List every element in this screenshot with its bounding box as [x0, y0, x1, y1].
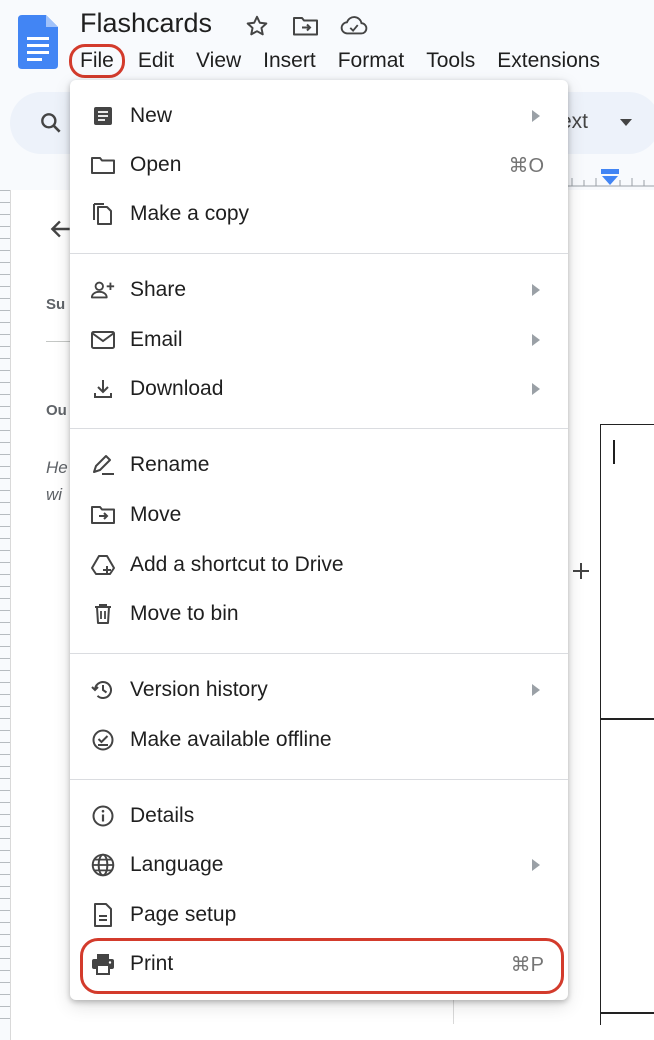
- menu-item-make-a-copy[interactable]: Make a copy: [70, 190, 568, 238]
- menu-item-label: Add a shortcut to Drive: [130, 553, 344, 576]
- menu-item-label: New: [130, 104, 173, 127]
- move-folder-icon[interactable]: [292, 12, 320, 40]
- submenu-arrow-icon: [532, 684, 540, 696]
- menu-bar: File Edit View Insert Format Tools Exten…: [69, 44, 613, 78]
- menu-item-label: Share: [130, 278, 187, 301]
- submenu-arrow-icon: [532, 859, 540, 871]
- cloud-saved-icon[interactable]: [340, 12, 368, 40]
- docs-logo-icon[interactable]: [18, 15, 58, 69]
- document-title[interactable]: Flashcards: [80, 8, 212, 39]
- menu-item-open[interactable]: Open ⌘O: [70, 141, 568, 189]
- table-row-border: [600, 1012, 654, 1014]
- chevron-down-icon[interactable]: [620, 119, 632, 126]
- menu-extensions[interactable]: Extensions: [488, 45, 609, 77]
- menu-insert[interactable]: Insert: [254, 45, 325, 77]
- shortcut-label: ⌘O: [508, 154, 544, 177]
- menu-divider: [70, 253, 568, 254]
- document-table[interactable]: [600, 424, 654, 1025]
- edit-icon: [90, 452, 116, 478]
- submenu-arrow-icon: [532, 284, 540, 296]
- person-add-icon: [90, 277, 116, 303]
- menu-item-email[interactable]: Email: [70, 316, 568, 364]
- menu-divider: [70, 428, 568, 429]
- offline-check-icon: [90, 727, 116, 753]
- print-highlight-annotation: [80, 938, 564, 994]
- menu-item-language[interactable]: Language: [70, 841, 568, 889]
- outline-hint-line: wi: [46, 485, 63, 504]
- menu-divider: [70, 653, 568, 654]
- menu-file[interactable]: File: [69, 44, 125, 78]
- table-row-border: [600, 718, 654, 720]
- menu-divider: [70, 779, 568, 780]
- menu-item-share[interactable]: Share: [70, 266, 568, 314]
- text-cursor: [613, 440, 615, 464]
- menu-item-page-setup[interactable]: Page setup: [70, 891, 568, 939]
- star-icon[interactable]: [243, 12, 271, 40]
- menu-item-label: Make available offline: [130, 728, 332, 751]
- menu-item-label: Version history: [130, 678, 268, 701]
- menu-tools[interactable]: Tools: [417, 45, 484, 77]
- menu-item-label: Open: [130, 153, 182, 176]
- menu-item-details[interactable]: Details: [70, 792, 568, 840]
- indent-marker-icon[interactable]: [600, 168, 620, 188]
- outline-hint-line: He: [46, 458, 68, 477]
- menu-edit[interactable]: Edit: [129, 45, 183, 77]
- drive-shortcut-icon: [90, 552, 116, 578]
- history-icon: [90, 677, 116, 703]
- menu-item-label: Details: [130, 804, 195, 827]
- menu-item-label: Move to bin: [130, 602, 239, 625]
- search-icon[interactable]: [38, 110, 64, 136]
- mail-icon: [90, 327, 116, 353]
- menu-format[interactable]: Format: [329, 45, 414, 77]
- submenu-arrow-icon: [532, 383, 540, 395]
- vertical-ruler: [0, 190, 10, 1024]
- menu-item-label: Rename: [130, 453, 210, 476]
- menu-item-rename[interactable]: Rename: [70, 441, 568, 489]
- copy-icon: [90, 201, 116, 227]
- menu-item-new[interactable]: New: [70, 92, 568, 140]
- menu-view[interactable]: View: [187, 45, 250, 77]
- menu-item-label: Download: [130, 377, 224, 400]
- download-icon: [90, 376, 116, 402]
- menu-item-move-to-bin[interactable]: Move to bin: [70, 590, 568, 638]
- menu-item-label: Email: [130, 328, 183, 351]
- menu-item-label: Language: [130, 853, 224, 876]
- document-icon: [90, 103, 116, 129]
- menu-item-add-shortcut[interactable]: Add a shortcut to Drive: [70, 541, 568, 589]
- folder-icon: [90, 152, 116, 178]
- submenu-arrow-icon: [532, 110, 540, 122]
- outline-label: Ou: [46, 402, 67, 419]
- move-folder-icon: [90, 502, 116, 528]
- info-icon: [90, 803, 116, 829]
- menu-item-make-offline[interactable]: Make available offline: [70, 716, 568, 764]
- menu-item-label: Make a copy: [130, 202, 250, 225]
- file-menu: New Open ⌘O Make a copy Share Email Down…: [70, 80, 568, 1000]
- menu-item-label: Move: [130, 503, 182, 526]
- trash-icon: [90, 601, 116, 627]
- menu-item-version-history[interactable]: Version history: [70, 666, 568, 714]
- menu-item-move[interactable]: Move: [70, 491, 568, 539]
- submenu-arrow-icon: [532, 334, 540, 346]
- page-icon: [90, 902, 116, 928]
- summary-label: Su: [46, 296, 66, 313]
- plus-icon[interactable]: [570, 560, 592, 582]
- menu-item-download[interactable]: Download: [70, 365, 568, 413]
- globe-icon: [90, 852, 116, 878]
- menu-item-label: Page setup: [130, 903, 237, 926]
